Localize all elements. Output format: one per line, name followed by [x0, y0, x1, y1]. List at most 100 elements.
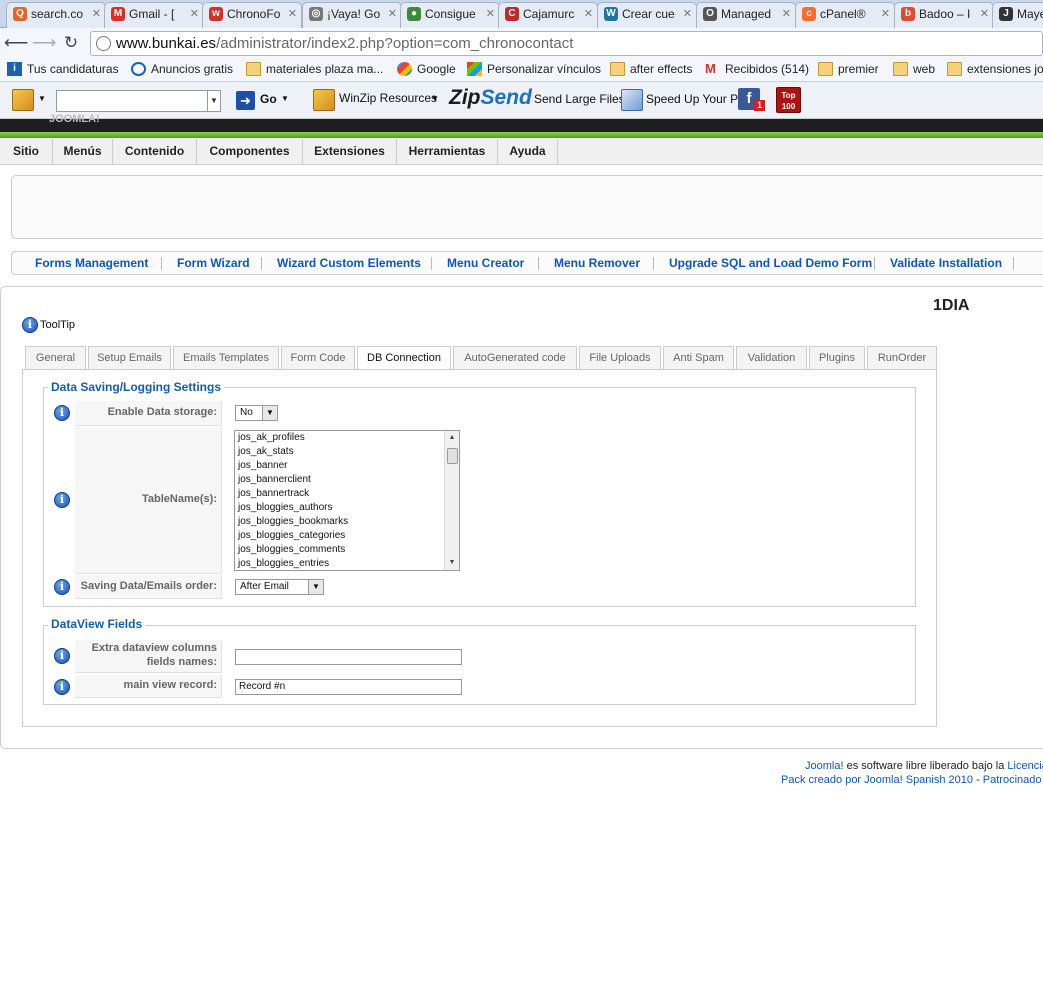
bookmark-item[interactable]: after effects — [610, 61, 692, 78]
tab-plugins[interactable]: Plugins — [809, 346, 865, 370]
list-item[interactable]: jos_banner — [238, 460, 287, 471]
speedup-icon[interactable] — [621, 89, 643, 111]
info-icon[interactable]: i — [54, 492, 70, 508]
list-item[interactable]: jos_bloggies_entries — [238, 558, 329, 569]
chevron-down-icon[interactable]: ▼ — [207, 91, 220, 111]
chevron-down-icon[interactable]: ▼ — [38, 94, 46, 103]
patrocinado-link[interactable]: Patrocinado p — [983, 774, 1043, 786]
menu-item-herramientas[interactable]: Herramientas — [397, 139, 498, 165]
browser-tab[interactable]: ◎ ¡Vaya! Go ✕ — [302, 2, 402, 28]
tab-anti-spam[interactable]: Anti Spam — [663, 346, 734, 370]
tab-emails-templates[interactable]: Emails Templates — [173, 346, 279, 370]
browser-tab[interactable]: C Cajamurc ✕ — [498, 2, 598, 28]
bookmark-item[interactable]: materiales plaza ma... — [246, 61, 383, 78]
tab-setup-emails[interactable]: Setup Emails — [88, 346, 171, 370]
bookmark-item[interactable]: premier — [818, 61, 879, 78]
page-info-icon[interactable] — [96, 36, 111, 51]
info-icon[interactable]: i — [54, 579, 70, 595]
forward-arrow-icon[interactable]: ⟶ — [32, 32, 56, 54]
list-item[interactable]: jos_bannertrack — [238, 488, 309, 499]
menu-item-sitio[interactable]: Sitio — [0, 139, 53, 165]
tab-form-code[interactable]: Form Code — [281, 346, 355, 370]
close-tab-icon[interactable]: ✕ — [92, 3, 101, 25]
speed-up-pc-button[interactable]: Speed Up Your PC — [646, 92, 747, 106]
joomla-link[interactable]: Joomla! — [805, 760, 844, 772]
list-item[interactable]: jos_bloggies_bookmarks — [238, 516, 348, 527]
close-tab-icon[interactable]: ✕ — [782, 3, 791, 25]
enable-data-storage-select[interactable]: No ▼ — [235, 405, 278, 421]
close-tab-icon[interactable]: ✕ — [980, 3, 989, 25]
close-tab-icon[interactable]: ✕ — [584, 3, 593, 25]
close-tab-icon[interactable]: ✕ — [388, 3, 397, 25]
tab-validation[interactable]: Validation — [736, 346, 807, 370]
wizard-custom-elements-link[interactable]: Wizard Custom Elements — [277, 256, 421, 270]
tab-autogenerated-code[interactable]: AutoGenerated code — [453, 346, 577, 370]
scrollbar-thumb[interactable] — [447, 448, 458, 464]
reload-icon[interactable]: ↻ — [60, 32, 82, 54]
browser-tab[interactable]: J Maye — [992, 2, 1043, 28]
bookmark-item[interactable]: Personalizar vínculos — [467, 61, 601, 78]
close-tab-icon[interactable]: ✕ — [486, 3, 495, 25]
back-arrow-icon[interactable]: ⟵ — [4, 32, 28, 54]
browser-tab[interactable]: c cPanel® ✕ — [795, 2, 895, 28]
browser-tab[interactable]: b Badoo – I ✕ — [894, 2, 994, 28]
forms-management-link[interactable]: Forms Management — [35, 256, 148, 270]
tab-runorder[interactable]: RunOrder — [867, 346, 937, 370]
upgrade-sql-link[interactable]: Upgrade SQL and Load Demo Form — [669, 256, 872, 270]
list-item[interactable]: jos_ak_profiles — [238, 432, 305, 443]
tab-db-connection[interactable]: DB Connection — [357, 346, 451, 371]
saving-order-select[interactable]: After Email ▼ — [235, 579, 324, 595]
browser-tab[interactable]: ● Consigue ✕ — [400, 2, 500, 28]
address-bar[interactable]: www.bunkai.es/administrator/index2.php?o… — [90, 31, 1043, 56]
tab-general[interactable]: General — [25, 346, 86, 370]
licencia-link[interactable]: Licencia — [1007, 760, 1043, 772]
menu-item-extensiones[interactable]: Extensiones — [303, 139, 397, 165]
menu-item-contenido[interactable]: Contenido — [113, 139, 197, 165]
info-icon[interactable]: i — [54, 405, 70, 421]
browser-tab[interactable]: O Managed ✕ — [696, 2, 796, 28]
winzip-icon[interactable] — [313, 89, 335, 111]
validate-installation-link[interactable]: Validate Installation — [890, 256, 1002, 270]
chevron-down-icon[interactable]: ▼ — [281, 94, 289, 103]
menu-item-menus[interactable]: Menús — [53, 139, 113, 165]
zipsend-logo[interactable]: ZipSend — [449, 86, 532, 110]
go-button[interactable]: Go — [260, 92, 277, 106]
list-item[interactable]: jos_bloggies_authors — [238, 502, 333, 513]
close-tab-icon[interactable]: ✕ — [190, 3, 199, 25]
menu-item-ayuda[interactable]: Ayuda — [498, 139, 558, 165]
form-wizard-link[interactable]: Form Wizard — [177, 256, 250, 270]
bookmark-item[interactable]: Google — [397, 61, 456, 78]
send-large-files-button[interactable]: Send Large Files — [534, 92, 625, 106]
menu-creator-link[interactable]: Menu Creator — [447, 256, 524, 270]
list-item[interactable]: jos_bloggies_categories — [238, 530, 345, 541]
tooltip-toggle[interactable]: i ToolTip — [22, 317, 75, 333]
main-view-record-field[interactable]: Record #n — [235, 679, 462, 695]
top100-icon[interactable]: Top 100 — [776, 87, 801, 113]
tablenames-listbox[interactable]: jos_ak_profiles jos_ak_stats jos_banner … — [234, 430, 460, 571]
scroll-down-icon[interactable]: ▼ — [445, 556, 459, 570]
tab-file-uploads[interactable]: File Uploads — [579, 346, 661, 370]
winzip-resources-button[interactable]: WinZip Resources — [339, 91, 437, 105]
listbox-scrollbar[interactable]: ▲ ▼ — [444, 431, 459, 570]
joomla-spanish-link[interactable]: Pack creado por Joomla! Spanish 2010 — [781, 774, 973, 786]
browser-tab[interactable]: w ChronoFo ✕ — [202, 2, 302, 28]
list-item[interactable]: jos_bloggies_comments — [238, 544, 345, 555]
extra-columns-field[interactable] — [235, 649, 462, 665]
bookmark-item[interactable]: extensiones joo — [947, 61, 1043, 78]
toolbar-search-input[interactable]: ▼ — [56, 90, 221, 112]
browser-tab[interactable]: Q search.co ✕ — [6, 2, 106, 28]
close-tab-icon[interactable]: ✕ — [683, 3, 692, 25]
list-item[interactable]: jos_bannerclient — [238, 474, 311, 485]
menu-item-componentes[interactable]: Componentes — [197, 139, 303, 165]
menu-remover-link[interactable]: Menu Remover — [554, 256, 640, 270]
bookmark-item[interactable]: web — [893, 61, 935, 78]
close-tab-icon[interactable]: ✕ — [881, 3, 890, 25]
bookmark-item[interactable]: i Tus candidaturas — [7, 61, 119, 78]
info-icon[interactable]: i — [54, 679, 70, 695]
info-icon[interactable]: i — [54, 648, 70, 664]
winzip-logo-icon[interactable] — [12, 89, 34, 111]
bookmark-item[interactable]: M Recibidos (514) — [705, 61, 809, 78]
bookmark-item[interactable]: Anuncios gratis — [131, 61, 233, 78]
browser-tab[interactable]: M Gmail - [ ✕ — [104, 2, 204, 28]
scroll-up-icon[interactable]: ▲ — [445, 431, 459, 445]
